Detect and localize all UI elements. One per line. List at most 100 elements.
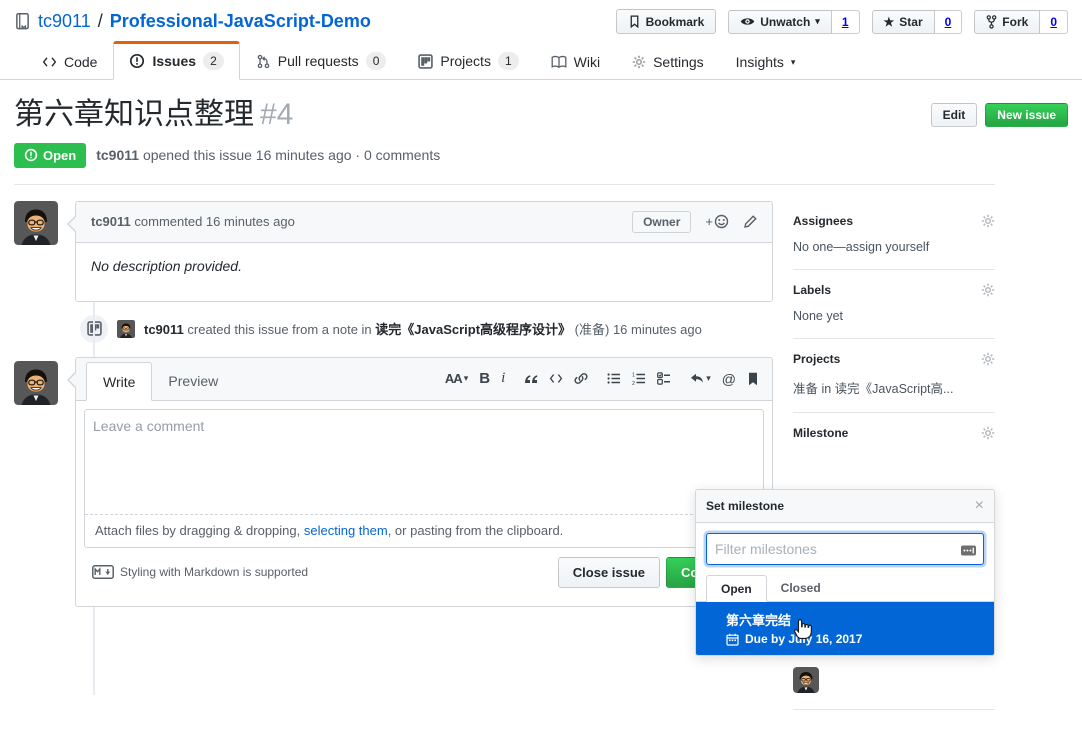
event-suffix: (准备) 16 minutes ago [575, 322, 702, 337]
quote-button[interactable] [524, 373, 538, 384]
set-milestone-popup: Set milestone × Open Closed 第六章完结 [695, 489, 995, 656]
link-icon [574, 372, 588, 385]
projects-value[interactable]: 准备 in 读完《JavaScript高... [793, 378, 995, 397]
assignees-value[interactable]: No one—assign yourself [793, 240, 995, 254]
gear-icon[interactable] [981, 214, 995, 228]
milestone-title: Milestone [793, 426, 848, 440]
comment-meta: commented 16 minutes ago [134, 214, 294, 229]
tab-code[interactable]: Code [26, 43, 113, 80]
gear-icon[interactable] [981, 283, 995, 297]
projects-counter: 1 [498, 52, 519, 70]
attach-text-suffix: , or pasting from the clipboard. [388, 523, 564, 538]
new-issue-button[interactable]: New issue [985, 103, 1068, 127]
repo-owner-link[interactable]: tc9011 [38, 11, 91, 32]
tab-settings[interactable]: Settings [616, 43, 720, 80]
tab-projects[interactable]: Projects 1 [402, 41, 534, 80]
edit-button[interactable]: Edit [931, 103, 978, 127]
code-icon [42, 56, 57, 68]
event-author[interactable]: tc9011 [144, 322, 184, 337]
tab-insights[interactable]: Insights ▾ [720, 43, 812, 80]
mention-button[interactable]: @ [722, 371, 736, 387]
star-group: ★ Star 0 [872, 10, 963, 34]
bold-button[interactable]: B [479, 370, 490, 387]
milestone-option[interactable]: 第六章完结 Due by July 16, 2017 [696, 602, 994, 655]
fork-button[interactable]: Fork [974, 10, 1040, 34]
svg-text:2: 2 [632, 381, 635, 385]
star-button[interactable]: ★ Star [872, 10, 935, 34]
issue-opened-icon [24, 148, 38, 162]
popup-filter [696, 523, 994, 575]
bookmark-button[interactable]: Bookmark [616, 9, 717, 34]
input-method-icon [961, 544, 976, 557]
task-list-button[interactable] [657, 372, 671, 385]
event-project-link[interactable]: 读完《JavaScript高级程序设计》 [375, 322, 571, 337]
tab-label: Code [64, 54, 97, 70]
timeline-event: tc9011 created this issue from a note in… [14, 315, 773, 343]
gear-icon [632, 55, 646, 69]
event-description: created this issue from a note in [187, 322, 371, 337]
tab-label: Projects [440, 53, 491, 69]
italic-button[interactable]: i [501, 370, 505, 387]
saved-replies-button[interactable]: ▾ [690, 373, 711, 385]
issue-number: #4 [260, 98, 293, 131]
tab-label: Insights [736, 54, 784, 70]
fork-label: Fork [1002, 15, 1028, 29]
repo-slash: / [98, 11, 103, 32]
mention-icon: @ [722, 371, 736, 387]
comment-author[interactable]: tc9011 [91, 214, 131, 229]
assignees-title: Assignees [793, 214, 853, 228]
unwatch-button[interactable]: Unwatch ▾ [728, 10, 832, 34]
repo-icon [14, 12, 31, 31]
popup-title: Set milestone [706, 499, 784, 513]
unwatch-label: Unwatch [760, 15, 810, 29]
tab-wiki[interactable]: Wiki [535, 43, 616, 80]
tab-open-milestones[interactable]: Open [706, 575, 767, 602]
add-reaction-button[interactable]: + [705, 214, 729, 229]
comment-textarea[interactable] [85, 410, 763, 515]
participant-avatar[interactable] [793, 667, 819, 693]
tab-preview[interactable]: Preview [152, 362, 234, 401]
gear-icon[interactable] [981, 426, 995, 440]
tab-label: Wiki [574, 54, 600, 70]
repo-name-link[interactable]: Professional-JavaScript-Demo [110, 11, 371, 32]
tab-issues[interactable]: Issues 2 [113, 41, 239, 80]
assignees-section: Assignees No one—assign yourself [793, 201, 995, 270]
tab-label: Settings [653, 54, 704, 70]
edit-pencil-icon[interactable] [743, 215, 757, 229]
tab-pull-requests[interactable]: Pull requests 0 [240, 41, 403, 80]
avatar[interactable] [14, 201, 58, 245]
selecting-them-link[interactable]: selecting them [304, 523, 388, 538]
star-icon: ★ [884, 15, 895, 29]
popup-tabs: Open Closed [696, 575, 994, 602]
bookmark-filled-icon [747, 372, 759, 386]
bullet-list-button[interactable] [607, 372, 621, 385]
projects-section: Projects 准备 in 读完《JavaScript高... [793, 339, 995, 413]
avatar[interactable] [117, 320, 135, 338]
comment-header: tc9011 commented 16 minutes ago Owner + [76, 202, 772, 243]
link-button[interactable] [574, 372, 588, 385]
code-button[interactable] [549, 373, 563, 384]
close-icon[interactable]: × [975, 498, 984, 514]
code-icon [549, 373, 563, 384]
watchers-count[interactable]: 1 [832, 10, 860, 34]
avatar[interactable] [14, 361, 58, 405]
popup-header: Set milestone × [696, 490, 994, 523]
bold-icon: B [479, 370, 490, 387]
forks-count[interactable]: 0 [1040, 10, 1068, 34]
pr-counter: 0 [366, 52, 387, 70]
text-size-button[interactable]: AA▾ [445, 371, 468, 386]
issue-author: tc9011 [96, 147, 139, 163]
issue-opened-icon [129, 53, 145, 69]
task-list-icon [657, 372, 671, 385]
numbered-list-button[interactable]: 1 2 [632, 372, 646, 385]
markdown-icon [92, 565, 114, 579]
filter-milestones-input[interactable] [706, 533, 984, 565]
reference-button[interactable] [747, 372, 759, 386]
tab-write[interactable]: Write [86, 362, 152, 401]
stars-count[interactable]: 0 [935, 10, 963, 34]
tab-closed-milestones[interactable]: Closed [767, 575, 835, 602]
close-issue-button[interactable]: Close issue [558, 557, 660, 588]
gear-icon[interactable] [981, 352, 995, 366]
bullet-list-icon [607, 372, 621, 385]
star-label: Star [899, 15, 922, 29]
